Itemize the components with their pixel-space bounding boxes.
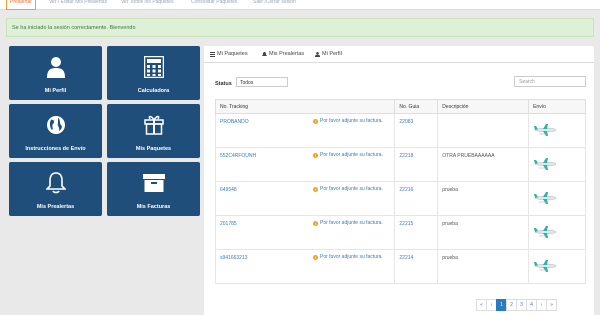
- table-row: s941663213! Por favor adjunte su factura.…: [214, 249, 586, 284]
- top-nav: Prealertar Ver / Editar Mis Prealertas V…: [0, 0, 600, 10]
- tracking-link[interactable]: 552C4RFOUNH: [220, 153, 256, 159]
- tab-label: Mi Paquetes: [217, 51, 248, 57]
- table-header-row: No. Tracking No. Guia Descripción Envío: [214, 99, 586, 114]
- tab-mi-paquetes[interactable]: Mi Paquetes: [210, 51, 248, 57]
- tile-label: Calculadora: [137, 88, 170, 94]
- attach-invoice-text: Por favor adjunte su factura.: [320, 152, 383, 158]
- list-icon: [210, 51, 215, 57]
- table-row: 649548! Por favor adjunte su factura. 2221…: [214, 181, 586, 216]
- shipping-cell: [528, 181, 586, 216]
- guia-cell[interactable]: 22215: [394, 215, 439, 250]
- attach-invoice-link[interactable]: ! Por favor adjunte su factura.: [313, 152, 383, 158]
- search-input[interactable]: Search: [514, 76, 586, 87]
- dashboard-tiles: Mi Perfil Calculadora Instrucciones de E…: [6, 46, 204, 314]
- tracking-link[interactable]: 649548: [220, 187, 237, 193]
- attach-invoice-link[interactable]: ! Por favor adjunte su factura.: [313, 186, 383, 192]
- description-cell: prueba: [437, 215, 530, 250]
- attach-invoice-text: Por favor adjunte su factura.: [320, 220, 383, 226]
- attach-invoice-link[interactable]: ! Por favor adjunte su factura.: [313, 254, 383, 260]
- airplane-icon: [534, 158, 557, 170]
- nav-salir[interactable]: Salir /Cerrar sesión: [253, 0, 296, 10]
- info-icon: !: [313, 186, 318, 192]
- tile-label: Mis Facturas: [136, 204, 171, 210]
- airplane-icon: [534, 124, 557, 136]
- bell-icon: [45, 172, 66, 194]
- page-button[interactable]: »: [546, 299, 557, 311]
- tile-label: Mis Prealertas: [36, 204, 75, 210]
- tracking-link[interactable]: s941663213: [220, 255, 248, 261]
- globe-icon: [46, 116, 65, 134]
- shipping-cell: [528, 249, 586, 284]
- info-icon: !: [313, 254, 318, 260]
- tile-mis-facturas[interactable]: Mis Facturas: [107, 162, 200, 216]
- user-icon: [46, 57, 65, 78]
- tile-mi-perfil[interactable]: Mi Perfil: [9, 46, 102, 100]
- table-row: 201785! Por favor adjunte su factura. 2221…: [214, 215, 586, 250]
- description-cell: prueba: [437, 181, 530, 216]
- info-icon: !: [313, 220, 318, 226]
- description-cell: OTRA PRUEBAAAAAA: [437, 147, 530, 182]
- tracking-link[interactable]: PROBANDO: [220, 119, 249, 125]
- tile-instrucciones-envio[interactable]: Instrucciones de Envío: [9, 104, 102, 158]
- info-icon: !: [313, 118, 318, 124]
- tile-mis-prealertas[interactable]: Mis Prealertas: [9, 162, 102, 216]
- gift-icon: [143, 115, 164, 135]
- description-cell: prueba: [437, 249, 530, 284]
- success-alert: Se ha iniciado la sesión correctamente. …: [6, 18, 594, 37]
- tab-label: Mis Prealertas: [269, 51, 305, 57]
- guia-cell[interactable]: 22218: [394, 147, 439, 182]
- info-icon: !: [313, 152, 318, 158]
- attach-invoice-link[interactable]: ! Por favor adjunte su factura.: [313, 220, 383, 226]
- panel-tabs: Mi Paquetes Mis Prealertas Mi Perfil: [204, 46, 594, 63]
- tracking-cell: 201785! Por favor adjunte su factura.: [214, 215, 396, 250]
- tile-label: Mi Perfil: [44, 88, 67, 94]
- header-descripcion[interactable]: Descripción: [437, 99, 530, 114]
- tracking-cell: s941663213! Por favor adjunte su factura.: [214, 249, 396, 284]
- calculator-icon: [143, 56, 164, 78]
- tab-label: Mi Perfil: [322, 51, 342, 57]
- header-envio[interactable]: Envío: [528, 99, 586, 114]
- header-guia[interactable]: No. Guia: [394, 99, 439, 114]
- nav-consolidar-paquetes[interactable]: Consolidar Paquetes: [191, 0, 237, 10]
- tab-mi-perfil[interactable]: Mi Perfil: [315, 51, 342, 57]
- packages-table: No. Tracking No. Guia Descripción Envío …: [214, 99, 586, 284]
- tile-mis-paquetes[interactable]: Mis Paquetes: [107, 104, 200, 158]
- tracking-cell: 649548! Por favor adjunte su factura.: [214, 181, 396, 216]
- airplane-icon: [534, 226, 557, 238]
- status-select[interactable]: Todos: [236, 77, 288, 87]
- guia-cell[interactable]: 22214: [394, 249, 439, 284]
- user-icon: [315, 51, 320, 57]
- description-cell: [437, 113, 530, 148]
- tracking-cell: PROBANDO! Por favor adjunte su factura.: [214, 113, 396, 148]
- airplane-icon: [534, 260, 557, 272]
- nav-ver-editar-prealertas[interactable]: Ver / Editar Mis Prealertas: [49, 0, 107, 10]
- tracking-link[interactable]: 201785: [220, 221, 237, 227]
- pagination: «‹ 1 2 3 4 ›»: [476, 299, 557, 311]
- header-tracking[interactable]: No. Tracking: [214, 99, 396, 114]
- guia-cell[interactable]: 22083: [394, 113, 439, 148]
- tile-label: Instrucciones de Envío: [25, 146, 86, 152]
- table-row: 552C4RFOUNH! Por favor adjunte su factura…: [214, 147, 586, 182]
- tab-mis-prealertas[interactable]: Mis Prealertas: [262, 51, 304, 57]
- shipping-cell: [528, 113, 586, 148]
- nav-prealertar[interactable]: Prealertar: [6, 0, 36, 10]
- table-row: PROBANDO! Por favor adjunte su factura. 22…: [214, 113, 586, 148]
- attach-invoice-link[interactable]: ! Por favor adjunte su factura.: [313, 118, 383, 124]
- status-label: Status: [215, 81, 232, 87]
- shipping-cell: [528, 215, 586, 250]
- attach-invoice-text: Por favor adjunte su factura.: [320, 254, 383, 260]
- tracking-cell: 552C4RFOUNH! Por favor adjunte su factura…: [214, 147, 396, 182]
- guia-cell[interactable]: 22216: [394, 181, 439, 216]
- airplane-icon: [534, 192, 557, 204]
- attach-invoice-text: Por favor adjunte su factura.: [320, 186, 383, 192]
- tile-calculadora[interactable]: Calculadora: [107, 46, 200, 100]
- tile-label: Mis Paquetes: [135, 146, 172, 152]
- archive-icon: [142, 174, 165, 192]
- nav-ver-paquetes[interactable]: Ver Todos los Paquetes: [121, 0, 173, 10]
- shipping-cell: [528, 147, 586, 182]
- packages-panel: Mi Paquetes Mis Prealertas Mi Perfil Sta…: [204, 46, 594, 315]
- attach-invoice-text: Por favor adjunte su factura.: [320, 118, 383, 124]
- bell-icon: [262, 51, 267, 56]
